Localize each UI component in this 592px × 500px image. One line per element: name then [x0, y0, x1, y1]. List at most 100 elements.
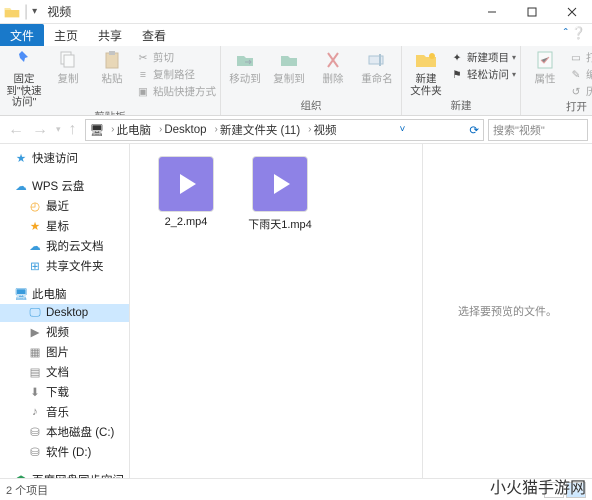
video-thumb-icon [252, 156, 308, 212]
move-to-icon [233, 48, 257, 72]
tree-baidu[interactable]: ⬢百度网盘同步空间 [0, 470, 129, 478]
edit-icon: ✎ [569, 68, 583, 82]
ribbon-tabs: 文件 主页 共享 查看 ˆ ❔ [0, 24, 592, 46]
tree-this-pc[interactable]: 🖥此电脑 [0, 284, 129, 304]
tree-desktop[interactable]: 🖵Desktop [0, 304, 129, 322]
pin-to-quick-access-button[interactable]: 固定到"快速访问" [4, 48, 44, 109]
preview-empty-text: 选择要预览的文件。 [458, 303, 557, 319]
tree-documents[interactable]: ▤文档 [0, 362, 129, 382]
cloud-icon: ☁ [14, 179, 28, 193]
cut-icon: ✂ [136, 51, 150, 65]
refresh-icon[interactable]: ⟳ [465, 123, 483, 137]
tab-view[interactable]: 查看 [132, 24, 176, 46]
tree-drive-d[interactable]: ⛁软件 (D:) [0, 442, 129, 462]
folder-icon [4, 6, 20, 18]
doc-icon: ▤ [28, 365, 42, 379]
video-thumb-icon [158, 156, 214, 212]
preview-pane: 选择要预览的文件。 [422, 144, 592, 478]
tree-quick-access[interactable]: ★快速访问 [0, 148, 129, 168]
copy-path-button[interactable]: ≡复制路径 [136, 67, 216, 82]
tree-music[interactable]: ♪音乐 [0, 402, 129, 422]
file-name: 2_2.mp4 [165, 216, 208, 228]
ribbon-collapse-icon[interactable]: ˆ ❔ [564, 26, 586, 40]
new-folder-icon [414, 48, 438, 72]
properties-icon [533, 48, 557, 72]
rename-button[interactable]: 重命名 [357, 48, 397, 86]
copy-icon [56, 48, 80, 72]
copy-to-icon [277, 48, 301, 72]
nav-recent-icon[interactable]: ▾ [56, 124, 61, 135]
open-icon: ▭ [569, 51, 583, 65]
nav-up-icon[interactable]: ↑ [69, 121, 77, 139]
tree-drive-c[interactable]: ⛁本地磁盘 (C:) [0, 422, 129, 442]
tree-pictures[interactable]: ▦图片 [0, 342, 129, 362]
delete-button[interactable]: 删除 [313, 48, 353, 86]
chevron-right-icon: › [109, 124, 116, 135]
tab-file[interactable]: 文件 [0, 24, 44, 46]
drive-icon: ⛁ [28, 425, 42, 439]
tree-downloads[interactable]: ⬇下载 [0, 382, 129, 402]
search-input[interactable]: 搜索"视频" [488, 119, 588, 141]
history-button[interactable]: ↺历史记录 [569, 84, 592, 99]
view-details-icon[interactable] [544, 482, 564, 498]
ribbon-group-new: 新建 文件夹 ✦新建项目 ▾ ⚑轻松访问 ▾ 新建 [402, 46, 521, 115]
cut-button[interactable]: ✂剪切 [136, 50, 216, 65]
path-icon: ≡ [136, 68, 150, 82]
file-list[interactable]: 2_2.mp4 下雨天1.mp4 [130, 144, 422, 478]
properties-button[interactable]: 属性 [525, 48, 565, 86]
crumb-current[interactable]: 视频 [314, 122, 337, 138]
ribbon-group-open: 属性 ▭打开 ▾ ✎编辑 ↺历史记录 打开 [521, 46, 592, 115]
qat-dropdown-icon[interactable]: ▾ [32, 6, 37, 17]
crumb-desktop[interactable]: Desktop [164, 124, 206, 136]
file-item[interactable]: 下雨天1.mp4 [248, 156, 312, 232]
crumb-folder[interactable]: 新建文件夹 (11) [220, 122, 300, 138]
breadcrumb[interactable]: 🖥 ›此电脑 ›Desktop ›新建文件夹 (11) ›视频 ˅ ⟳ [85, 119, 484, 141]
maximize-button[interactable] [512, 0, 552, 24]
copy-button[interactable]: 复制 [48, 48, 88, 86]
pin-icon [12, 48, 36, 72]
view-large-icon[interactable] [566, 482, 586, 498]
new-item-button[interactable]: ✦新建项目 ▾ [450, 50, 516, 65]
tab-home[interactable]: 主页 [44, 24, 88, 46]
rename-icon [365, 48, 389, 72]
picture-icon: ▦ [28, 345, 42, 359]
nav-back-icon[interactable]: ← [8, 121, 24, 139]
chevron-right-icon: › [306, 124, 313, 135]
ribbon-group-clipboard: 固定到"快速访问" 复制 粘贴 ✂剪切 ≡复制路径 ▣粘贴快捷方式 剪贴板 [0, 46, 221, 115]
status-item-count: 2 个项目 [6, 482, 48, 498]
status-bar: 2 个项目 [0, 478, 592, 500]
chevron-right-icon: › [157, 124, 164, 135]
tree-shared[interactable]: ⊞共享文件夹 [0, 256, 129, 276]
tree-mydocs[interactable]: ☁我的云文档 [0, 236, 129, 256]
star-icon: ★ [14, 151, 28, 165]
paste-shortcut-button[interactable]: ▣粘贴快捷方式 [136, 84, 216, 99]
move-to-button[interactable]: 移动到 [225, 48, 265, 86]
nav-forward-icon[interactable]: → [32, 121, 48, 139]
group-label-organize: 组织 [301, 98, 322, 115]
file-item[interactable]: 2_2.mp4 [154, 156, 218, 228]
title-bar: | ▾ 视频 [0, 0, 592, 24]
shared-icon: ⊞ [28, 259, 42, 273]
music-icon: ♪ [28, 405, 42, 419]
tree-wps[interactable]: ☁WPS 云盘 [0, 176, 129, 196]
minimize-button[interactable] [472, 0, 512, 24]
open-button[interactable]: ▭打开 ▾ [569, 50, 592, 65]
tab-share[interactable]: 共享 [88, 24, 132, 46]
easy-access-button[interactable]: ⚑轻松访问 ▾ [450, 67, 516, 82]
copy-to-button[interactable]: 复制到 [269, 48, 309, 86]
tree-recent[interactable]: ◴最近 [0, 196, 129, 216]
close-button[interactable] [552, 0, 592, 24]
search-placeholder: 搜索"视频" [493, 122, 545, 138]
history-icon: ↺ [569, 85, 583, 99]
qat-sep: | [24, 3, 28, 21]
address-dropdown-icon[interactable]: ˅ [396, 124, 410, 135]
tree-star[interactable]: ★星标 [0, 216, 129, 236]
group-label-new: 新建 [451, 98, 472, 115]
edit-button[interactable]: ✎编辑 [569, 67, 592, 82]
new-folder-button[interactable]: 新建 文件夹 [406, 48, 446, 97]
tree-videos[interactable]: ▶视频 [0, 322, 129, 342]
recent-icon: ◴ [28, 199, 42, 213]
address-bar: ← → ▾ ↑ 🖥 ›此电脑 ›Desktop ›新建文件夹 (11) ›视频 … [0, 116, 592, 144]
crumb-pc[interactable]: 此电脑 [116, 122, 151, 138]
paste-button[interactable]: 粘贴 [92, 48, 132, 86]
